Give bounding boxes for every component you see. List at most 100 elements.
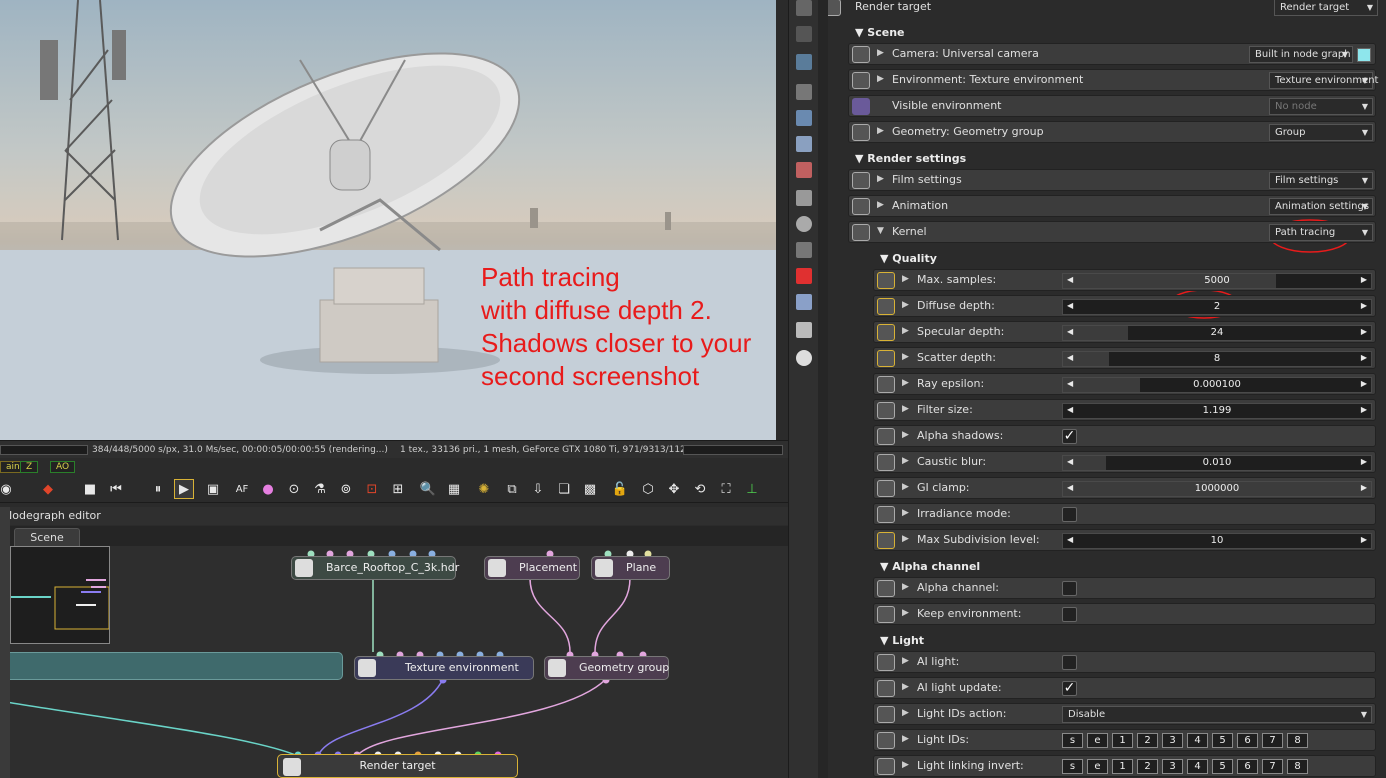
pin-icon[interactable] (877, 376, 895, 393)
light-id-toggle[interactable]: e (1087, 759, 1108, 774)
channel-ao[interactable]: AO (50, 461, 76, 473)
keep-environment-checkbox[interactable] (1062, 607, 1077, 622)
light-id-toggle[interactable]: 2 (1137, 733, 1158, 748)
irradiance-mode-checkbox[interactable] (1062, 507, 1077, 522)
increment-icon[interactable]: ▶ (1361, 301, 1367, 310)
pin-icon[interactable] (877, 402, 895, 419)
checker-icon[interactable]: ▩ (580, 479, 600, 499)
scale-icon[interactable]: ⛶ (716, 479, 736, 499)
light-id-toggle[interactable]: 3 (1162, 759, 1183, 774)
pin-icon[interactable] (877, 350, 895, 367)
nodegraph-minimap[interactable] (10, 546, 110, 644)
pin-icon[interactable] (877, 758, 895, 775)
expand-arrow-icon[interactable]: ▶ (877, 126, 884, 136)
region-render-icon[interactable]: ⊡ (362, 479, 382, 499)
expand-arrow-icon[interactable]: ▶ (902, 682, 909, 692)
node-plane[interactable]: Plane (591, 556, 670, 580)
increment-icon[interactable]: ▶ (1361, 275, 1367, 284)
axis-gizmo-icon[interactable]: ⊥ (742, 479, 762, 499)
environment-row[interactable]: ▶ Environment: Texture environment Texture… (848, 69, 1378, 91)
object-pick-icon[interactable]: ⚗ (310, 479, 330, 499)
af-picker-icon[interactable]: AF (232, 479, 252, 499)
material-pick-icon[interactable]: ⊙ (284, 479, 304, 499)
light-id-toggle[interactable]: e (1087, 733, 1108, 748)
pin-icon[interactable] (877, 324, 895, 341)
scatter-depth-slider[interactable]: ◀ 8 ▶ (1062, 351, 1372, 367)
pause-render-button[interactable]: ⏸ (148, 479, 168, 499)
expand-arrow-icon[interactable]: ▶ (902, 734, 909, 744)
pin-icon[interactable] (877, 532, 895, 549)
image-icon[interactable] (796, 322, 812, 338)
material-picker-icon[interactable]: ◆ (38, 479, 58, 499)
increment-icon[interactable]: ▶ (1361, 457, 1367, 466)
gi-clamp-slider[interactable]: ◀ 1000000 ▶ (1062, 481, 1372, 497)
material-icon[interactable] (796, 162, 812, 178)
node-type-dropdown[interactable]: Animation settings ▼ (1269, 198, 1373, 215)
expand-arrow-icon[interactable]: ▶ (902, 326, 909, 336)
ai-light-update-checkbox[interactable]: ✓ (1062, 681, 1077, 696)
stop-render-button[interactable]: ■ (80, 479, 100, 499)
lock-icon[interactable]: 🔓 (610, 479, 630, 499)
pin-icon[interactable] (877, 706, 895, 723)
increment-icon[interactable]: ▶ (1361, 327, 1367, 336)
light-id-toggle[interactable]: 3 (1162, 733, 1183, 748)
increment-icon[interactable]: ▶ (1361, 405, 1367, 414)
light-id-toggle[interactable]: s (1062, 733, 1083, 748)
cube-icon[interactable]: ⬡ (638, 479, 658, 499)
pin-icon[interactable] (877, 580, 895, 597)
node-texture-environment[interactable]: Texture environment (354, 656, 534, 680)
expand-arrow-icon[interactable]: ▶ (902, 404, 909, 414)
film-settings-row[interactable]: ▶ Film settings Film settings ▼ (848, 169, 1376, 191)
diffuse-depth-slider[interactable]: ◀ 2 ▶ (1062, 299, 1372, 315)
pin-icon[interactable] (877, 428, 895, 445)
node-placement[interactable]: Placement (484, 556, 580, 580)
expand-arrow-icon[interactable]: ▶ (902, 508, 909, 518)
expand-arrow-icon[interactable]: ▶ (902, 456, 909, 466)
geometry-icon[interactable] (796, 136, 812, 152)
pin-icon[interactable] (877, 506, 895, 523)
geometry-row[interactable]: ▶ Geometry: Geometry group Group ▼ (848, 121, 1376, 143)
move-icon[interactable]: ✥ (664, 479, 684, 499)
expand-arrow-icon[interactable]: ▶ (902, 430, 909, 440)
max-samples-slider[interactable]: ◀ 5000 ▶ (1062, 273, 1372, 289)
pin-icon[interactable] (877, 732, 895, 749)
light-id-toggle[interactable]: 6 (1237, 733, 1258, 748)
focus-picker-icon[interactable]: ◉ (0, 479, 16, 499)
expand-arrow-icon[interactable]: ▶ (877, 74, 884, 84)
ai-light-checkbox[interactable] (1062, 655, 1077, 670)
kernel-icon[interactable] (796, 242, 812, 258)
expand-arrow-icon[interactable]: ▶ (902, 534, 909, 544)
expand-arrow-icon[interactable]: ▶ (902, 608, 909, 618)
realtime-mode-icon[interactable]: ▣ (203, 479, 223, 499)
alpha-channel-checkbox[interactable] (1062, 581, 1077, 596)
animation-icon[interactable] (796, 216, 812, 232)
node-type-dropdown[interactable]: Texture environment ▼ (1269, 72, 1378, 89)
expand-arrow-icon[interactable]: ▶ (877, 174, 884, 184)
light-id-toggle[interactable]: 2 (1137, 759, 1158, 774)
increment-icon[interactable]: ▶ (1361, 483, 1367, 492)
camera-target-icon[interactable]: ⊚ (336, 479, 356, 499)
film-settings-icon[interactable] (796, 190, 812, 206)
channel-z[interactable]: Z (20, 461, 39, 473)
pin-icon[interactable] (877, 480, 895, 497)
object-layer-icon[interactable] (796, 294, 812, 310)
node-render-target[interactable]: Render target (277, 754, 518, 778)
expand-arrow-icon[interactable]: ▶ (902, 378, 909, 388)
increment-icon[interactable]: ▶ (1361, 379, 1367, 388)
light-id-toggle[interactable]: 1 (1112, 733, 1133, 748)
ray-epsilon-slider[interactable]: ◀ 0.000100 ▶ (1062, 377, 1372, 393)
region-select-icon[interactable]: ▦ (444, 479, 464, 499)
light-id-toggle[interactable]: 8 (1287, 759, 1308, 774)
light-id-toggle[interactable]: 5 (1212, 733, 1233, 748)
light-id-toggle[interactable]: 8 (1287, 733, 1308, 748)
panel-divider[interactable] (818, 0, 828, 778)
expand-arrow-icon[interactable]: ▶ (902, 656, 909, 666)
expand-arrow-icon[interactable]: ▶ (902, 582, 909, 592)
layers-icon[interactable]: ❏ (554, 479, 574, 499)
copy-icon[interactable]: ⧉ (502, 479, 522, 499)
node-type-dropdown[interactable]: Built in node graph ▼ (1249, 46, 1353, 63)
texture-icon[interactable] (796, 268, 812, 284)
light-id-toggle[interactable]: 1 (1112, 759, 1133, 774)
pin-icon[interactable] (877, 606, 895, 623)
expand-arrow-icon[interactable]: ▶ (902, 760, 909, 770)
